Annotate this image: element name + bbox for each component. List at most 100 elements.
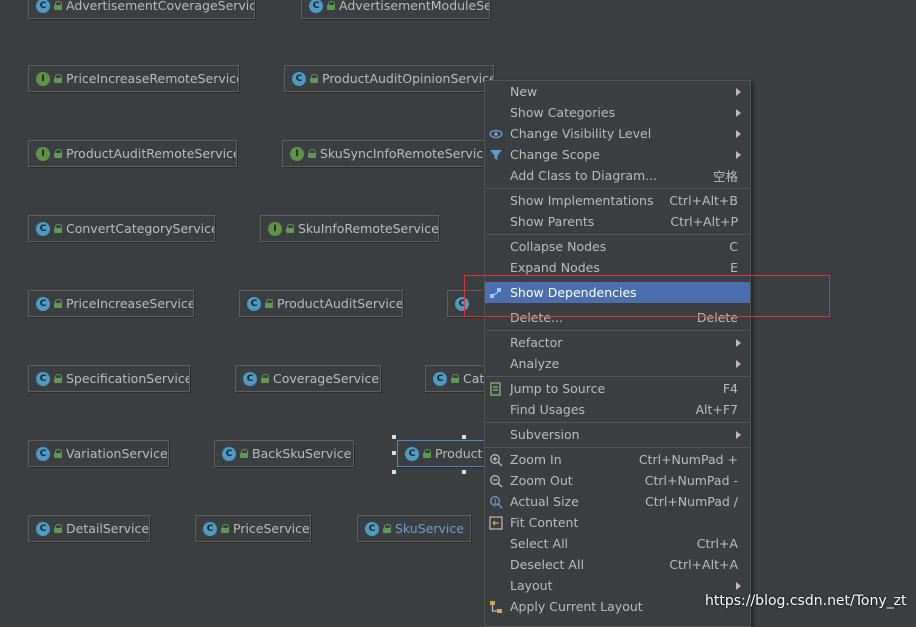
menu-item-label: Add Class to Diagram... bbox=[510, 168, 658, 183]
node-label: SkuSyncInfoRemoteService bbox=[320, 146, 488, 161]
node-label: PriceService bbox=[233, 521, 310, 536]
interface-node[interactable]: I SkuSyncInfoRemoteService bbox=[282, 140, 488, 167]
lock-icon bbox=[327, 1, 335, 10]
menu-item-subversion[interactable]: Subversion bbox=[485, 424, 750, 445]
menu-item-show-dependencies[interactable]: Show Dependencies bbox=[485, 282, 750, 303]
class-node[interactable]: C BackSkuService bbox=[214, 440, 354, 467]
svg-text:1: 1 bbox=[493, 498, 497, 505]
menu-item-delete[interactable]: Delete... Delete bbox=[485, 307, 750, 328]
class-icon: C bbox=[36, 296, 50, 311]
class-node[interactable]: C SpecificationService bbox=[28, 365, 190, 392]
menu-separator bbox=[486, 422, 749, 423]
menu-item-label: Subversion bbox=[510, 427, 580, 442]
class-node[interactable]: C DetailService bbox=[28, 515, 150, 542]
node-label: ProductAuditRemoteService bbox=[66, 146, 237, 161]
menu-item-show-parents[interactable]: Show Parents Ctrl+Alt+P bbox=[485, 211, 750, 232]
selection-handle[interactable] bbox=[392, 435, 396, 439]
class-icon: C bbox=[405, 446, 419, 461]
actual-size-icon: 1 bbox=[488, 494, 504, 510]
lock-icon bbox=[54, 374, 62, 383]
class-node[interactable]: C Cat bbox=[425, 365, 487, 392]
class-icon: C bbox=[36, 221, 50, 236]
menu-item-shortcut: Ctrl+Alt+A bbox=[669, 557, 738, 572]
lock-icon bbox=[286, 224, 294, 233]
node-label: CoverageService bbox=[273, 371, 380, 386]
menu-item-label: Analyze bbox=[510, 356, 560, 371]
class-node[interactable]: C AdvertisementCoverageService bbox=[28, 0, 255, 19]
menu-item-label: Jump to Source bbox=[510, 381, 606, 396]
class-node[interactable]: C ConvertCategoryService bbox=[28, 215, 215, 242]
interface-node[interactable]: I SkuInfoRemoteService bbox=[260, 215, 439, 242]
class-node[interactable]: C bbox=[447, 290, 487, 317]
selection-handle[interactable] bbox=[462, 470, 466, 474]
selected-class-node[interactable]: C Product bbox=[397, 440, 487, 467]
menu-item-find-usages[interactable]: Find Usages Alt+F7 bbox=[485, 399, 750, 420]
node-label: SkuService bbox=[395, 521, 464, 536]
node-label: AdvertisementModuleService bbox=[339, 0, 489, 13]
menu-item-analyze[interactable]: Analyze bbox=[485, 353, 750, 374]
menu-item-label: Show Implementations bbox=[510, 193, 654, 208]
node-label: PriceIncreaseService bbox=[66, 296, 194, 311]
menu-item-shortcut: Ctrl+A bbox=[696, 536, 738, 551]
interface-node[interactable]: I PriceIncreaseRemoteService bbox=[28, 65, 239, 92]
lock-icon bbox=[54, 1, 62, 10]
menu-item-change-visibility-level[interactable]: Change Visibility Level bbox=[485, 123, 750, 144]
menu-item-collapse-nodes[interactable]: Collapse Nodes C bbox=[485, 236, 750, 257]
menu-item-label: Deselect All bbox=[510, 557, 584, 572]
selection-handle[interactable] bbox=[462, 435, 466, 439]
menu-item-change-scope[interactable]: Change Scope bbox=[485, 144, 750, 165]
lock-icon bbox=[54, 449, 62, 458]
class-node[interactable]: C ProductAuditOpinionService bbox=[284, 65, 494, 92]
class-node[interactable]: C VariationService bbox=[28, 440, 169, 467]
menu-item-actual-size[interactable]: 1 Actual Size Ctrl+NumPad / bbox=[485, 491, 750, 512]
menu-item-show-implementations[interactable]: Show Implementations Ctrl+Alt+B bbox=[485, 190, 750, 211]
lock-icon bbox=[240, 449, 248, 458]
menu-item-label: New bbox=[510, 84, 538, 99]
lock-icon bbox=[451, 374, 459, 383]
interface-node[interactable]: I ProductAuditRemoteService bbox=[28, 140, 237, 167]
filter-icon bbox=[488, 147, 504, 163]
class-icon: C bbox=[36, 371, 50, 386]
menu-item-shortcut: 空格 bbox=[712, 169, 738, 184]
menu-item-shortcut: C bbox=[729, 239, 738, 254]
fit-content-icon bbox=[488, 515, 504, 531]
menu-item-zoom-in[interactable]: Zoom In Ctrl+NumPad + bbox=[485, 449, 750, 470]
class-node[interactable]: C PriceService bbox=[195, 515, 311, 542]
selection-handle[interactable] bbox=[392, 451, 396, 455]
node-label: PriceIncreaseRemoteService bbox=[66, 71, 239, 86]
menu-item-jump-to-source[interactable]: Jump to Source F4 bbox=[485, 378, 750, 399]
menu-item-select-all[interactable]: Select All Ctrl+A bbox=[485, 533, 750, 554]
submenu-arrow-icon bbox=[736, 129, 741, 138]
menu-item-expand-nodes[interactable]: Expand Nodes E bbox=[485, 257, 750, 278]
menu-item-add-class-to-diagram[interactable]: Add Class to Diagram... 空格 bbox=[485, 165, 750, 186]
menu-item-shortcut: F4 bbox=[722, 381, 738, 396]
interface-icon: I bbox=[290, 146, 304, 161]
class-node[interactable]: C ProductAuditService bbox=[239, 290, 403, 317]
zoom-in-icon bbox=[488, 452, 504, 468]
interface-icon: I bbox=[36, 71, 50, 86]
selection-handle[interactable] bbox=[392, 470, 396, 474]
menu-item-deselect-all[interactable]: Deselect All Ctrl+Alt+A bbox=[485, 554, 750, 575]
class-node[interactable]: C CoverageService bbox=[235, 365, 381, 392]
diagram-canvas[interactable]: C AdvertisementCoverageService C Adverti… bbox=[0, 0, 916, 621]
eye-icon bbox=[488, 126, 504, 142]
menu-item-shortcut: Ctrl+NumPad - bbox=[644, 473, 738, 488]
menu-item-label: Select All bbox=[510, 536, 569, 551]
menu-item-show-categories[interactable]: Show Categories bbox=[485, 102, 750, 123]
node-label: AdvertisementCoverageService bbox=[66, 0, 255, 13]
menu-item-label: Find Usages bbox=[510, 402, 586, 417]
menu-item-refactor[interactable]: Refactor bbox=[485, 332, 750, 353]
node-label: DetailService bbox=[66, 521, 150, 536]
menu-item-fit-content[interactable]: Fit Content bbox=[485, 512, 750, 533]
submenu-arrow-icon bbox=[736, 87, 741, 96]
menu-separator bbox=[486, 234, 749, 235]
submenu-arrow-icon bbox=[736, 150, 741, 159]
class-node[interactable]: C SkuService bbox=[357, 515, 471, 542]
menu-item-label: Collapse Nodes bbox=[510, 239, 607, 254]
class-node[interactable]: C AdvertisementModuleService bbox=[301, 0, 490, 19]
menu-item-zoom-out[interactable]: Zoom Out Ctrl+NumPad - bbox=[485, 470, 750, 491]
menu-item-new[interactable]: New bbox=[485, 81, 750, 102]
class-icon: C bbox=[36, 0, 50, 13]
class-node[interactable]: C PriceIncreaseService bbox=[28, 290, 194, 317]
class-icon: C bbox=[203, 521, 217, 536]
